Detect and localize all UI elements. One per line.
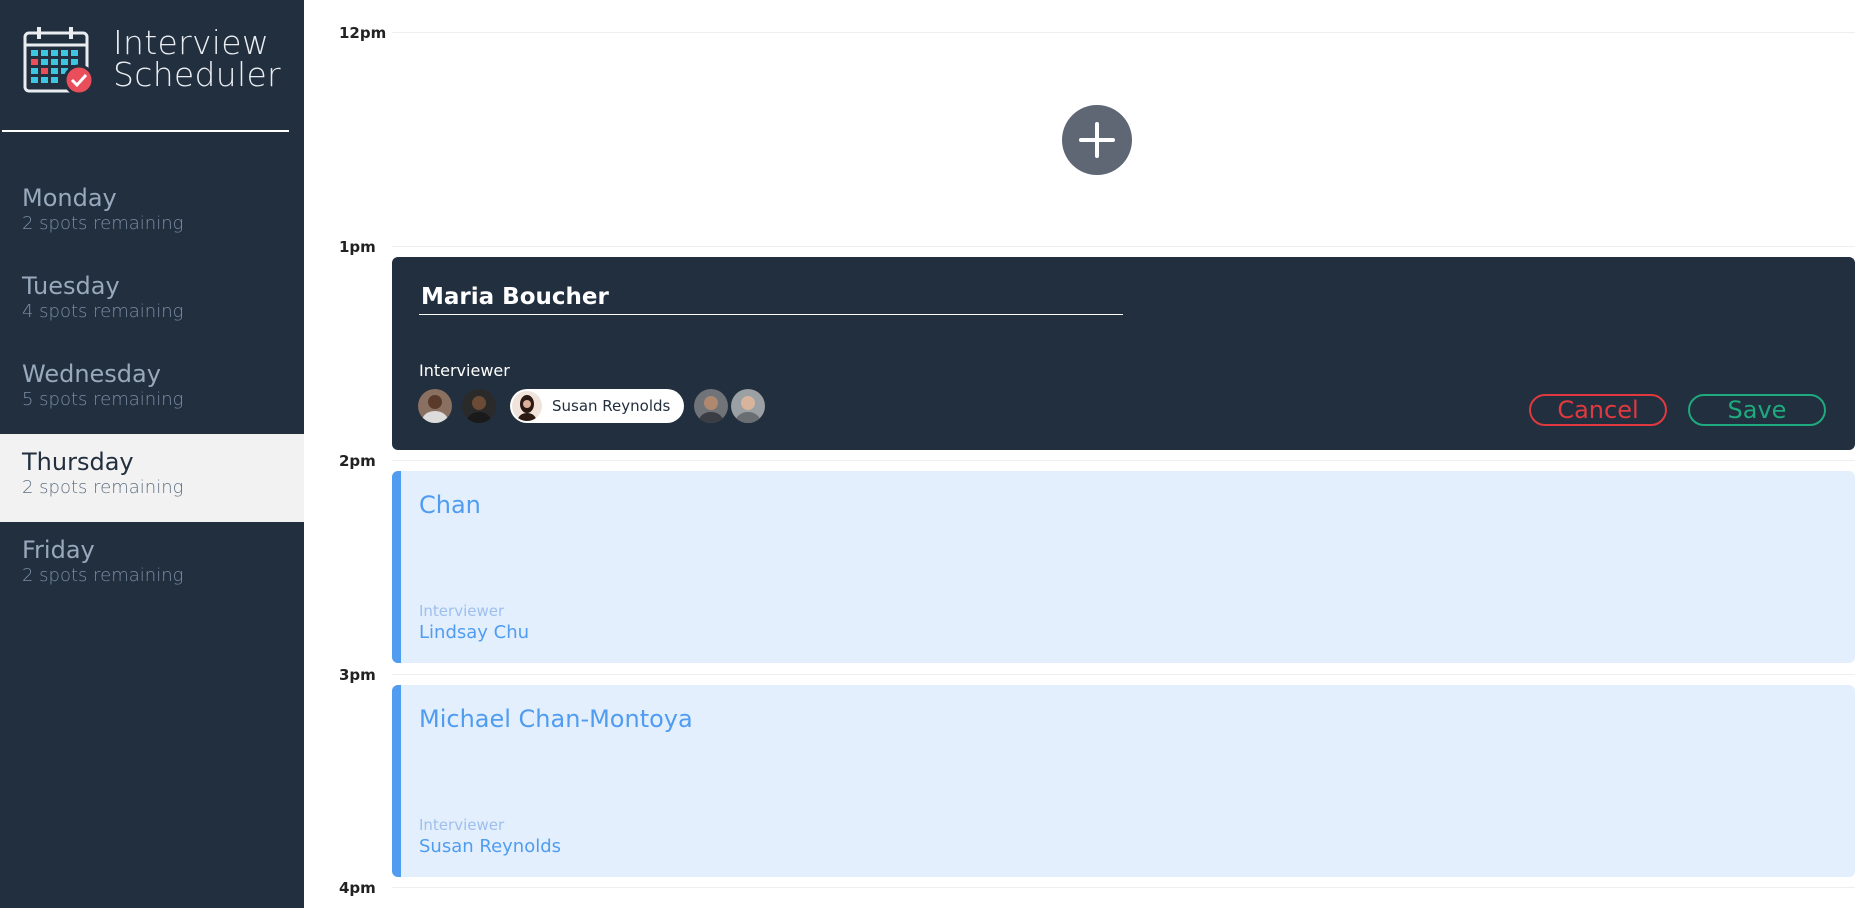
day-name: Thursday — [22, 448, 134, 476]
interviewer-label: Interviewer — [419, 361, 510, 380]
appointment-interviewer-name: Susan Reynolds — [419, 836, 562, 857]
sidebar-divider — [2, 130, 289, 132]
save-button[interactable]: Save — [1688, 394, 1826, 426]
day-name: Monday — [22, 184, 117, 212]
appointment-interviewer-label: Interviewer — [419, 602, 505, 620]
time-label-12pm: 12pm — [339, 24, 387, 42]
day-item-friday[interactable]: Friday 2 spots remaining — [0, 522, 304, 610]
appointment-student-name: Michael Chan-Montoya — [419, 705, 693, 733]
schedule: 12pm 1pm Interviewer Susan Reynolds — [304, 0, 1873, 908]
plus-icon-vertical — [1095, 122, 1099, 158]
appointment-student-name: Chan — [419, 491, 481, 519]
hour-line — [392, 887, 1855, 888]
calendar-logo-icon — [23, 25, 97, 97]
interviewer-avatar[interactable] — [694, 389, 728, 423]
app-title-line2: Scheduler — [113, 55, 281, 94]
brand: Interview Scheduler — [23, 25, 283, 105]
day-spots: 5 spots remaining — [22, 389, 184, 410]
day-spots: 4 spots remaining — [22, 301, 184, 322]
student-name-input[interactable] — [419, 279, 1123, 315]
day-item-monday[interactable]: Monday 2 spots remaining — [0, 170, 304, 258]
day-spots: 2 spots remaining — [22, 477, 184, 498]
appointment-accent-bar — [392, 471, 401, 663]
time-label-4pm: 4pm — [339, 879, 376, 897]
appointment-interviewer-name: Lindsay Chu — [419, 622, 530, 643]
time-label-3pm: 3pm — [339, 666, 376, 684]
appointment-form: Interviewer Susan Reynolds Cancel Save — [392, 257, 1855, 450]
time-label-1pm: 1pm — [339, 238, 376, 256]
day-item-wednesday[interactable]: Wednesday 5 spots remaining — [0, 346, 304, 434]
day-name: Friday — [22, 536, 95, 564]
appointment-card[interactable]: Michael Chan-Montoya Interviewer Susan R… — [392, 685, 1855, 877]
time-label-2pm: 2pm — [339, 452, 376, 470]
interviewer-selected[interactable]: Susan Reynolds — [510, 389, 684, 423]
day-name: Wednesday — [22, 360, 161, 388]
app-title: Interview Scheduler — [113, 26, 281, 94]
interviewer-avatar[interactable] — [462, 389, 496, 423]
add-appointment-button[interactable] — [1062, 105, 1132, 175]
hour-line — [392, 246, 1855, 247]
appointment-accent-bar — [392, 685, 401, 877]
appointment-interviewer-label: Interviewer — [419, 816, 505, 834]
day-item-tuesday[interactable]: Tuesday 4 spots remaining — [0, 258, 304, 346]
interviewer-avatar[interactable] — [418, 389, 452, 423]
cancel-button[interactable]: Cancel — [1529, 394, 1667, 426]
selected-interviewer-name: Susan Reynolds — [552, 397, 671, 415]
day-spots: 2 spots remaining — [22, 565, 184, 586]
hour-line — [392, 460, 1855, 461]
hour-line — [392, 32, 1855, 33]
day-item-thursday[interactable]: Thursday 2 spots remaining — [0, 434, 304, 522]
sidebar: Interview Scheduler Monday 2 spots remai… — [0, 0, 304, 908]
appointment-card[interactable]: Chan Interviewer Lindsay Chu — [392, 471, 1855, 663]
hour-line — [392, 674, 1855, 675]
interviewer-avatar — [512, 391, 542, 421]
interviewer-avatar[interactable] — [731, 389, 765, 423]
day-spots: 2 spots remaining — [22, 213, 184, 234]
day-name: Tuesday — [22, 272, 120, 300]
day-list: Monday 2 spots remaining Tuesday 4 spots… — [0, 170, 304, 610]
